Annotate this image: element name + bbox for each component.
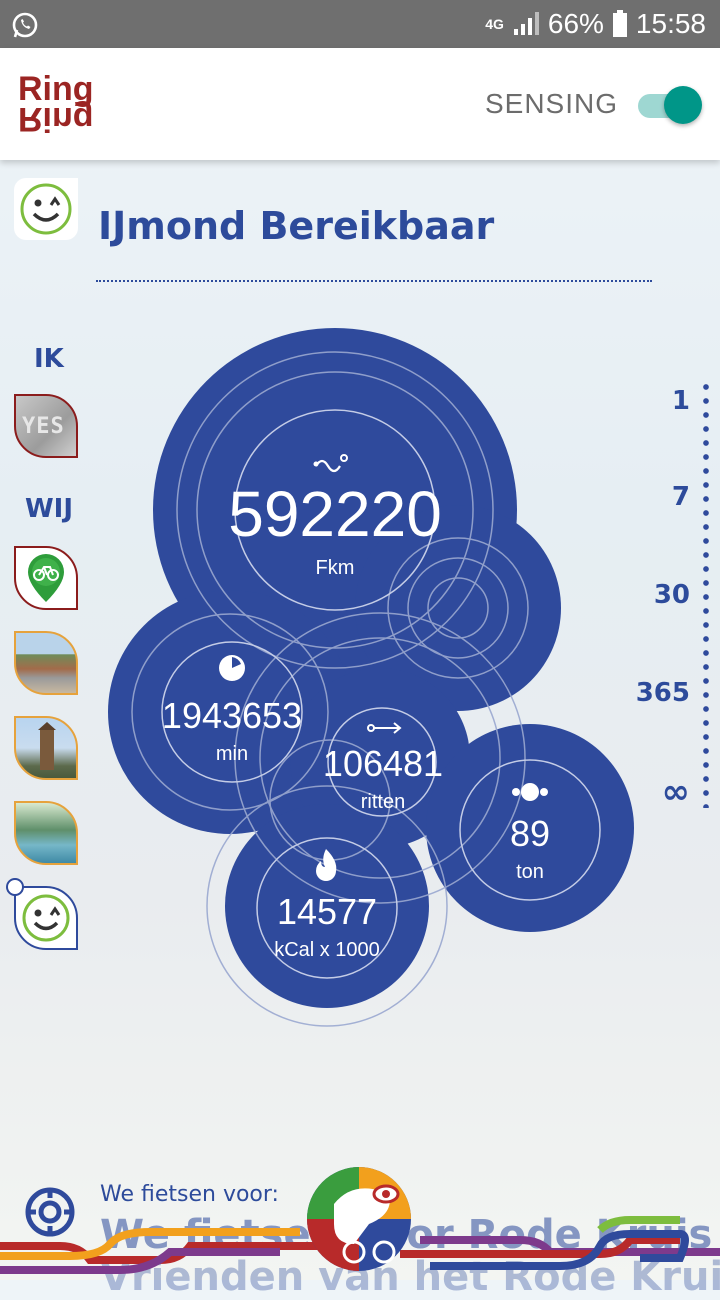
rides-unit: ritten — [361, 791, 405, 813]
ringring-mascot-logo[interactable] — [304, 1164, 414, 1274]
clock-icon — [219, 655, 245, 681]
period-scale-track[interactable] — [703, 380, 709, 808]
footer-caption: We fietsen voor: — [100, 1182, 279, 1207]
stats-bubbles: 592220 Fkm 1943653 min 106481 ritten 89 … — [108, 328, 634, 1027]
distance-unit: Fkm — [316, 557, 355, 579]
rides-value: 106481 — [323, 743, 443, 784]
distance-value: 592220 — [228, 478, 442, 550]
time-unit: min — [216, 743, 248, 765]
co2-value: 89 — [510, 813, 550, 854]
time-value: 1943653 — [162, 695, 302, 736]
period-30[interactable]: 30 — [654, 580, 690, 610]
period-7[interactable]: 7 — [672, 482, 690, 512]
calories-value: 14577 — [277, 891, 377, 932]
period-infinity[interactable]: ∞ — [662, 772, 690, 812]
calories-unit: kCal x 1000 — [274, 939, 380, 961]
co2-unit: ton — [516, 861, 544, 883]
period-1[interactable]: 1 — [672, 386, 690, 416]
period-365[interactable]: 365 — [636, 678, 690, 708]
